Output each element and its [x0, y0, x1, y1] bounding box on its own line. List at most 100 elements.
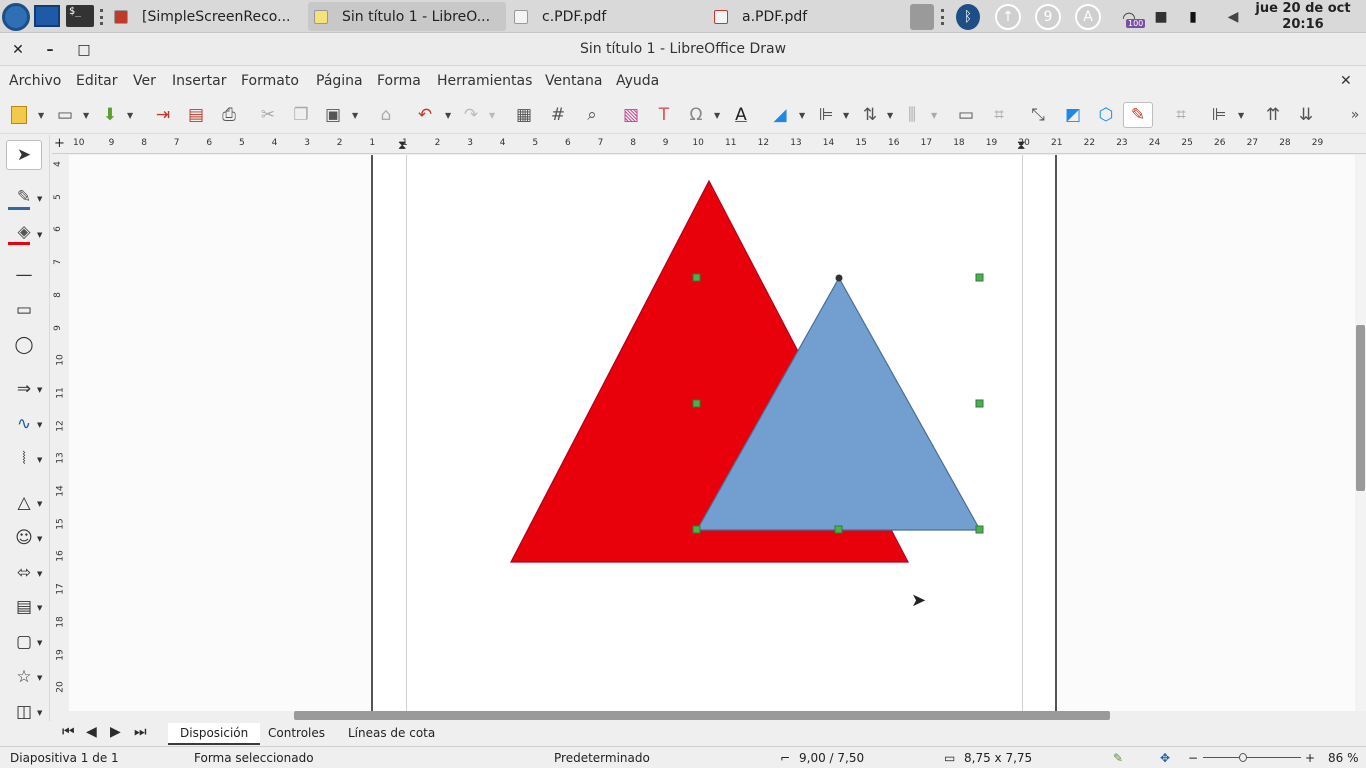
menu-formato[interactable]: Formato — [241, 73, 299, 89]
previous-slide-icon[interactable]: ◀ — [86, 724, 97, 740]
send-to-back-icon[interactable]: ⇊ — [1294, 102, 1318, 128]
draw-functions-icon[interactable]: ✎ — [1123, 102, 1153, 128]
toolbar-more-icon[interactable]: » — [1346, 102, 1364, 128]
helplines-icon[interactable]: # — [546, 102, 570, 128]
clock[interactable]: jue 20 de oct 20:16 — [1248, 1, 1358, 33]
copy-icon[interactable]: ❐ — [289, 102, 313, 128]
points-icon[interactable]: ⤡ — [1026, 102, 1050, 128]
vertical-scrollbar-thumb[interactable] — [1356, 325, 1365, 491]
crop-image-icon[interactable]: ⌗ — [1169, 102, 1193, 128]
3d-icon[interactable]: ⬡ — [1094, 102, 1118, 128]
menu-ventana[interactable]: Ventana — [545, 73, 603, 89]
trash-icon[interactable] — [910, 4, 934, 30]
export-pdf-icon[interactable]: ▤ — [184, 102, 208, 128]
clone-formatting-icon[interactable]: ⌂ — [374, 102, 398, 128]
workspace-9-icon[interactable]: 9 — [1035, 4, 1061, 30]
task-libreoffice-draw[interactable]: Sin título 1 - LibreO... — [308, 2, 506, 31]
document-modified-icon[interactable]: ✎ — [1113, 751, 1123, 765]
right-indent-marker[interactable]: ⧗ — [1017, 138, 1025, 153]
ruler-tick-label: 5 — [532, 138, 539, 148]
zoom-in-button[interactable]: + — [1305, 751, 1315, 765]
paste-icon[interactable]: ▣ — [321, 102, 345, 128]
selection-handle[interactable] — [692, 525, 701, 534]
export-icon[interactable]: ⇥ — [151, 102, 175, 128]
save-icon[interactable]: ⬇ — [99, 102, 121, 128]
insert-image-icon[interactable]: ▧ — [619, 102, 643, 128]
terminal-icon[interactable]: $_ — [66, 5, 94, 27]
menu-archivo[interactable]: Archivo — [9, 73, 61, 89]
fit-slide-icon[interactable]: ✥ — [1160, 751, 1170, 765]
keyboard-layout-icon[interactable]: A — [1075, 4, 1101, 30]
shadow-icon[interactable]: ▭ — [954, 102, 978, 128]
horizontal-scrollbar[interactable] — [69, 711, 1355, 721]
bring-to-front-icon[interactable]: ⇈ — [1261, 102, 1285, 128]
zoom-level[interactable]: 86 % — [1328, 751, 1359, 765]
line-icon[interactable]: — — [6, 260, 42, 290]
selection-handle[interactable] — [692, 399, 701, 408]
special-character-icon[interactable]: Ω — [684, 102, 708, 128]
camera-icon[interactable]: ■ — [1148, 4, 1174, 30]
zoom-pan-icon[interactable]: ⌕ — [580, 102, 604, 128]
menu-pagina[interactable]: Página — [316, 73, 363, 89]
print-icon[interactable]: ⎙ — [217, 102, 241, 128]
master-page-name[interactable]: Predeterminado — [554, 751, 650, 765]
selection-handle[interactable] — [975, 399, 984, 408]
rotation-point[interactable] — [835, 274, 843, 282]
last-slide-icon[interactable]: ⏭ — [134, 724, 147, 740]
transformations-icon[interactable]: ◢ — [768, 102, 792, 128]
crop-icon[interactable]: ⌗ — [987, 102, 1011, 128]
new-icon[interactable] — [8, 102, 30, 128]
selection-handle[interactable] — [834, 525, 843, 534]
menu-editar[interactable]: Editar — [76, 73, 117, 89]
ruler-tick-label: 26 — [1214, 138, 1226, 148]
toggle-extrusion-icon[interactable]: ◩ — [1061, 102, 1085, 128]
selection-handle[interactable] — [975, 525, 984, 534]
distribute-icon[interactable]: ⫼ — [900, 102, 924, 128]
left-indent-marker[interactable]: ⧗ — [398, 138, 406, 153]
insert-textbox-icon[interactable]: T — [652, 102, 676, 128]
vertical-scrollbar[interactable] — [1355, 155, 1366, 711]
menu-insertar[interactable]: Insertar — [172, 73, 227, 89]
zoom-slider[interactable] — [1203, 753, 1301, 762]
next-slide-icon[interactable]: ▶ — [110, 724, 121, 740]
first-slide-icon[interactable]: ⏮ — [62, 724, 75, 740]
tab-controles[interactable]: Controles — [256, 723, 337, 745]
tab-lineas-de-cota[interactable]: Líneas de cota — [336, 723, 447, 745]
arrange-icon[interactable]: ⇅ — [858, 102, 882, 128]
horizontal-scrollbar-thumb[interactable] — [294, 711, 1110, 720]
menu-herramientas[interactable]: Herramientas — [437, 73, 532, 89]
select-arrow-icon[interactable]: ➤ — [6, 140, 42, 170]
align-objects-icon[interactable]: ⊫ — [814, 102, 838, 128]
rectangle-icon[interactable]: ▭ — [6, 295, 42, 325]
undo-icon[interactable]: ↶ — [413, 102, 437, 128]
drawing-canvas[interactable]: ➤ — [69, 155, 1355, 711]
vertical-ruler[interactable]: 4 5 6 7 8 9 10 11 12 13 14 15 16 17 18 19 20 — [52, 155, 68, 711]
align-left-icon[interactable]: ⊫ — [1207, 102, 1231, 128]
menu-ayuda[interactable]: Ayuda — [616, 73, 659, 89]
battery-icon[interactable]: ▮ — [1180, 4, 1206, 30]
tab-disposicion[interactable]: Disposición — [168, 723, 261, 745]
selection-handle[interactable] — [975, 273, 984, 282]
ruler-origin-icon[interactable]: + — [54, 136, 65, 151]
redo-icon[interactable]: ↷ — [459, 102, 483, 128]
volume-icon[interactable]: ◀ — [1220, 4, 1246, 30]
update-icon[interactable]: ↑ — [995, 4, 1021, 30]
task-simplescreenrecorder[interactable]: [SimpleScreenReco... — [108, 2, 304, 31]
fontwork-icon[interactable]: A — [729, 102, 753, 128]
close-document-button[interactable]: ✕ — [1340, 73, 1352, 89]
cut-icon[interactable]: ✂ — [256, 102, 280, 128]
desktop-icon[interactable] — [34, 5, 60, 27]
menu-forma[interactable]: Forma — [377, 73, 421, 89]
menu-ver[interactable]: Ver — [133, 73, 156, 89]
bluetooth-icon[interactable]: ᛒ — [956, 4, 980, 30]
selection-handle[interactable] — [692, 273, 701, 282]
horizontal-ruler[interactable]: + 10 9 8 7 6 5 4 3 2 1 1 2 3 4 5 6 7 8 9 10 11 12 13 14 15 16 17 18… — [52, 135, 1366, 154]
grid-icon[interactable]: ▦ — [512, 102, 536, 128]
ellipse-icon[interactable]: ◯ — [6, 330, 42, 360]
task-c-pdf[interactable]: c.PDF.pdf — [508, 2, 704, 31]
zoom-slider-thumb[interactable] — [1239, 753, 1247, 762]
task-a-pdf[interactable]: a.PDF.pdf — [708, 2, 904, 31]
app-menu-icon[interactable] — [2, 3, 30, 31]
open-icon[interactable]: ▭ — [54, 102, 76, 128]
zoom-out-button[interactable]: − — [1188, 751, 1198, 765]
